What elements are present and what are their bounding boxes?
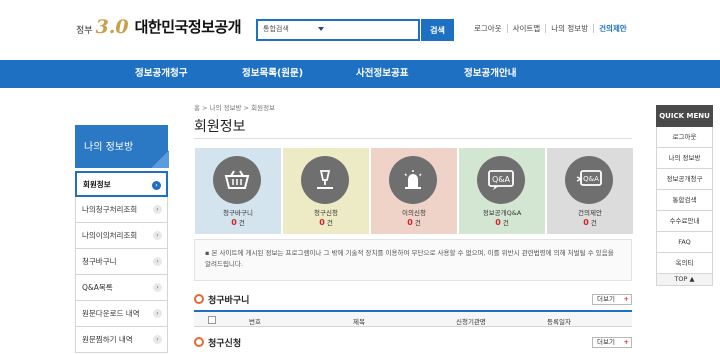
sidebar-item-label: 원문찜하기 내역: [82, 335, 133, 344]
suggestion-link[interactable]: 건의제안: [593, 24, 632, 33]
quick-item-logout[interactable]: 로그아웃: [656, 127, 713, 148]
page-title: 회원정보: [194, 119, 246, 135]
more-button[interactable]: 더보기 +: [592, 337, 632, 348]
qa-icon: Q&A: [477, 156, 525, 204]
nav-item-info-list[interactable]: 정보목록(원문): [242, 60, 303, 88]
section-title: 청구바구니: [194, 293, 249, 306]
chevron-right-icon: ›: [153, 205, 162, 214]
section-request-header: 청구신청 더보기 +: [194, 336, 632, 350]
plus-icon: +: [623, 295, 629, 303]
notice-text: 본 사이트에 게시된 정보는 프로그램이나 그 밖에 기술적 장치를 이용하여 …: [205, 249, 614, 268]
top-button[interactable]: TOP ▲: [656, 274, 713, 286]
plus-icon: +: [623, 338, 629, 346]
logo-prefix: 정부: [76, 26, 93, 36]
quick-item-faq[interactable]: FAQ: [656, 232, 713, 253]
quick-menu: QUICK MENU 로그아웃 나의 정보방 정보공개청구 통합검색 수수료안내…: [656, 105, 713, 286]
sidebar-item-objection-status[interactable]: 나의이의처리조회 ›: [75, 223, 168, 249]
sidebar-item-member-info[interactable]: 회원정보 ›: [75, 171, 168, 197]
quick-menu-title: QUICK MENU: [656, 105, 713, 127]
chevron-right-icon: ›: [153, 335, 162, 344]
pen-icon: [301, 156, 349, 204]
sidebar-item-qa-list[interactable]: Q&A목록 ›: [75, 275, 168, 301]
sidebar-item-label: 원문다운로드 내역: [82, 309, 140, 318]
select-all-checkbox[interactable]: [208, 316, 216, 324]
card-suggestion[interactable]: Q&A 건의제안 0 건: [547, 148, 633, 234]
sidebar-item-label: 청구바구니: [82, 257, 117, 266]
column-header-agency: 신청기관명: [456, 318, 486, 326]
nav-item-pre-disclosure[interactable]: 사전정보공표: [356, 60, 408, 88]
search-scope-select[interactable]: 통합검색: [263, 24, 289, 34]
section-title: 청구신청: [194, 336, 241, 349]
svg-text:Q&A: Q&A: [583, 175, 599, 183]
sidebar-item-bookmark-history[interactable]: 원문찜하기 내역 ›: [75, 327, 168, 353]
nav-item-request[interactable]: 정보공개청구: [135, 60, 187, 88]
site-logo[interactable]: 정부 3.0 대한민국정보공개: [76, 16, 242, 38]
breadcrumb: 홈 > 나의 정보방 > 회원정보: [194, 104, 276, 112]
chevron-right-icon: ›: [153, 231, 162, 240]
card-count: 0 건: [583, 218, 597, 227]
sidebar-item-download-history[interactable]: 원문다운로드 내역 ›: [75, 301, 168, 327]
site-header: 정부 3.0 대한민국정보공개 통합검색 검색 로그아웃 사이트맵 나의 정보방…: [0, 0, 720, 60]
sidebar-menu: 회원정보 › 나의청구처리조회 › 나의이의처리조회 › 청구바구니 › Q&A…: [75, 171, 168, 353]
sidebar-item-label: Q&A목록: [82, 283, 113, 292]
title-divider: [194, 138, 632, 139]
sidebar-item-request-status[interactable]: 나의청구처리조회 ›: [75, 197, 168, 223]
chevron-right-icon: ›: [153, 309, 162, 318]
card-count: 0 건: [495, 218, 509, 227]
sitemap-link[interactable]: 사이트맵: [506, 24, 546, 33]
column-header-number: 번호: [249, 318, 261, 326]
logo-version: 3.0: [95, 16, 129, 38]
my-info-link[interactable]: 나의 정보방: [545, 24, 593, 33]
card-label: 정보공개Q&A: [482, 209, 522, 217]
search-button[interactable]: 검색: [421, 19, 454, 41]
quick-item-request[interactable]: 정보공개청구: [656, 169, 713, 190]
search-box[interactable]: 통합검색: [256, 19, 420, 41]
main-nav: 정보공개청구 정보목록(원문) 사전정보공표 정보공개안내: [0, 60, 720, 88]
siren-icon: [389, 156, 437, 204]
card-basket[interactable]: 청구바구니 0 건: [195, 148, 281, 234]
chevron-right-icon: ›: [153, 283, 162, 292]
card-label: 청구신청: [314, 209, 338, 217]
basket-table-header: 번호 제목 신청기관명 등록일자: [194, 310, 632, 327]
card-count: 0 건: [319, 218, 333, 227]
card-label: 청구바구니: [223, 209, 253, 217]
quick-item-fee-guide[interactable]: 수수료안내: [656, 211, 713, 232]
card-objection[interactable]: 이의신청 0 건: [371, 148, 457, 234]
logout-link[interactable]: 로그아웃: [474, 24, 507, 33]
quick-item-error-report[interactable]: 옥의티: [656, 253, 713, 274]
more-button[interactable]: 더보기 +: [592, 294, 632, 305]
card-count: 0 건: [407, 218, 421, 227]
utility-links: 로그아웃 사이트맵 나의 정보방 건의제안: [474, 24, 632, 33]
quick-item-my-info[interactable]: 나의 정보방: [656, 148, 713, 169]
sidebar-item-label: 나의청구처리조회: [82, 205, 138, 214]
sidebar-item-label: 회원정보: [83, 179, 111, 189]
column-header-title: 제목: [353, 318, 365, 326]
chevron-right-icon: ›: [152, 181, 161, 190]
svg-text:Q&A: Q&A: [492, 175, 511, 184]
basket-icon: [213, 156, 261, 204]
card-qa[interactable]: Q&A 정보공개Q&A 0 건: [459, 148, 545, 234]
sidebar-item-basket[interactable]: 청구바구니 ›: [75, 249, 168, 275]
logo-title: 대한민국정보공개: [134, 18, 242, 36]
chevron-down-icon: [318, 27, 324, 31]
notice-box: ▪ 본 사이트에 게시된 정보는 프로그램이나 그 밖에 기술적 장치를 이용하…: [194, 239, 632, 281]
card-count: 0 건: [231, 218, 245, 227]
card-label: 건의제안: [578, 209, 602, 217]
section-basket-header: 청구바구니 더보기 +: [194, 293, 632, 307]
card-label: 이의신청: [402, 209, 426, 217]
chevron-right-icon: ›: [153, 257, 162, 266]
sidebar-item-label: 나의이의처리조회: [82, 231, 138, 240]
nav-item-guide[interactable]: 정보공개안내: [464, 60, 516, 88]
sidebar-title: 나의 정보방: [75, 125, 169, 168]
qa-reply-icon: Q&A: [565, 156, 613, 204]
card-request[interactable]: 청구신청 0 건: [283, 148, 369, 234]
quick-item-search[interactable]: 통합검색: [656, 190, 713, 211]
column-header-date: 등록일자: [547, 318, 571, 326]
